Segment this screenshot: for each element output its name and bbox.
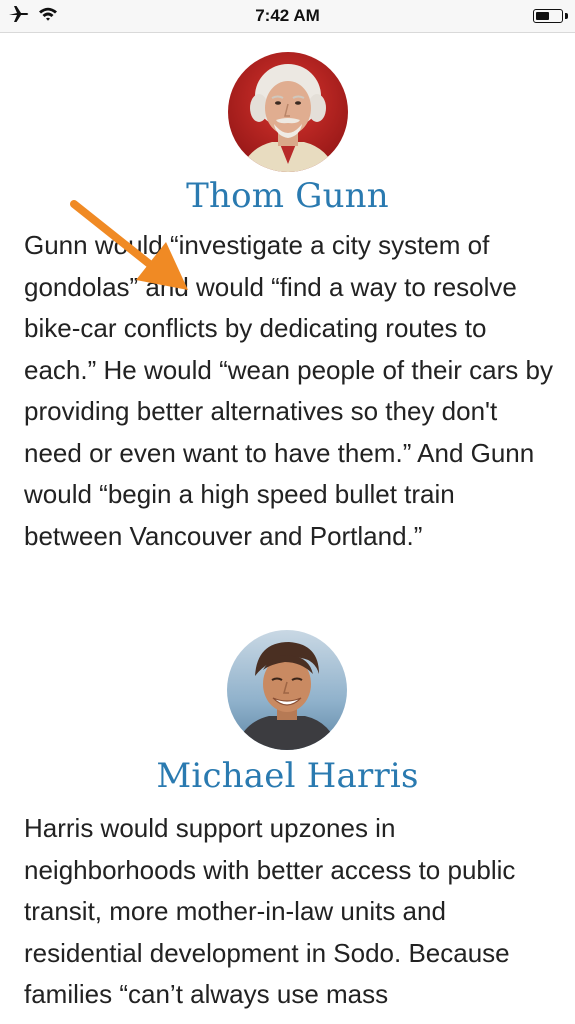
battery-level-fill bbox=[536, 12, 549, 20]
candidate-bio: Harris would support upzones in neighbor… bbox=[24, 813, 516, 1009]
battery-icon bbox=[533, 9, 563, 23]
candidate-name[interactable]: Michael Harris bbox=[0, 756, 575, 796]
annotation-arrow-icon bbox=[70, 200, 195, 300]
avatar bbox=[227, 630, 347, 750]
avatar bbox=[228, 52, 348, 172]
battery-tip bbox=[565, 13, 568, 19]
status-time: 7:42 AM bbox=[255, 6, 320, 25]
status-bar: 7:42 AM bbox=[0, 0, 575, 33]
